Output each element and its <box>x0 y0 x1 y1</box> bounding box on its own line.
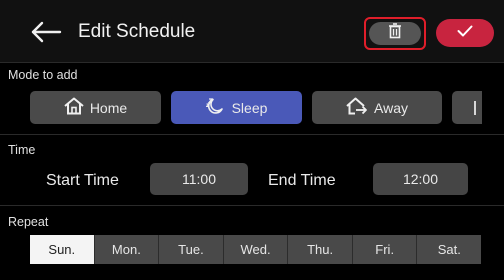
check-icon <box>457 24 473 42</box>
delete-highlight-frame <box>364 17 426 50</box>
start-time-label: Start Time <box>46 172 119 189</box>
mode-sleep-label: Sleep <box>231 99 268 116</box>
mode-away-label: Away <box>374 99 408 116</box>
start-time-field[interactable]: 11:00 <box>150 163 248 195</box>
repeat-days-selector: Sun. Mon. Tue. Wed. Thu. Fri. Sat. <box>30 235 482 264</box>
mode-away-button[interactable]: Away <box>312 91 442 124</box>
day-mon[interactable]: Mon. <box>94 235 160 264</box>
edit-schedule-screen: Edit Schedule Mode to add Home Sleep Awa… <box>0 0 504 280</box>
day-sat[interactable]: Sat. <box>417 235 482 264</box>
confirm-button[interactable] <box>436 19 494 47</box>
sleep-icon <box>205 97 232 118</box>
home-icon <box>64 97 90 118</box>
repeat-section-label: Repeat <box>8 215 49 229</box>
day-fri[interactable]: Fri. <box>352 235 418 264</box>
time-section-label: Time <box>8 143 36 157</box>
end-time-label: End Time <box>268 172 336 189</box>
mode-home-button[interactable]: Home <box>30 91 161 124</box>
mode-sleep-button[interactable]: Sleep <box>171 91 302 124</box>
mode-next-button-partial[interactable] <box>452 91 482 124</box>
mode-home-label: Home <box>89 99 128 116</box>
trash-icon <box>388 23 402 44</box>
divider <box>0 134 504 135</box>
delete-button[interactable] <box>369 22 421 45</box>
day-sun[interactable]: Sun. <box>30 235 95 264</box>
mode-section-label: Mode to add <box>8 68 78 82</box>
end-time-field[interactable]: 12:00 <box>373 163 468 195</box>
day-wed[interactable]: Wed. <box>223 235 289 264</box>
page-title: Edit Schedule <box>78 21 196 42</box>
day-tue[interactable]: Tue. <box>159 235 224 264</box>
day-thu[interactable]: Thu. <box>288 235 353 264</box>
partial-icon <box>474 100 476 115</box>
header-bar: Edit Schedule <box>0 0 504 63</box>
away-icon <box>346 97 374 118</box>
divider <box>0 205 504 206</box>
back-arrow-icon[interactable] <box>30 20 64 44</box>
